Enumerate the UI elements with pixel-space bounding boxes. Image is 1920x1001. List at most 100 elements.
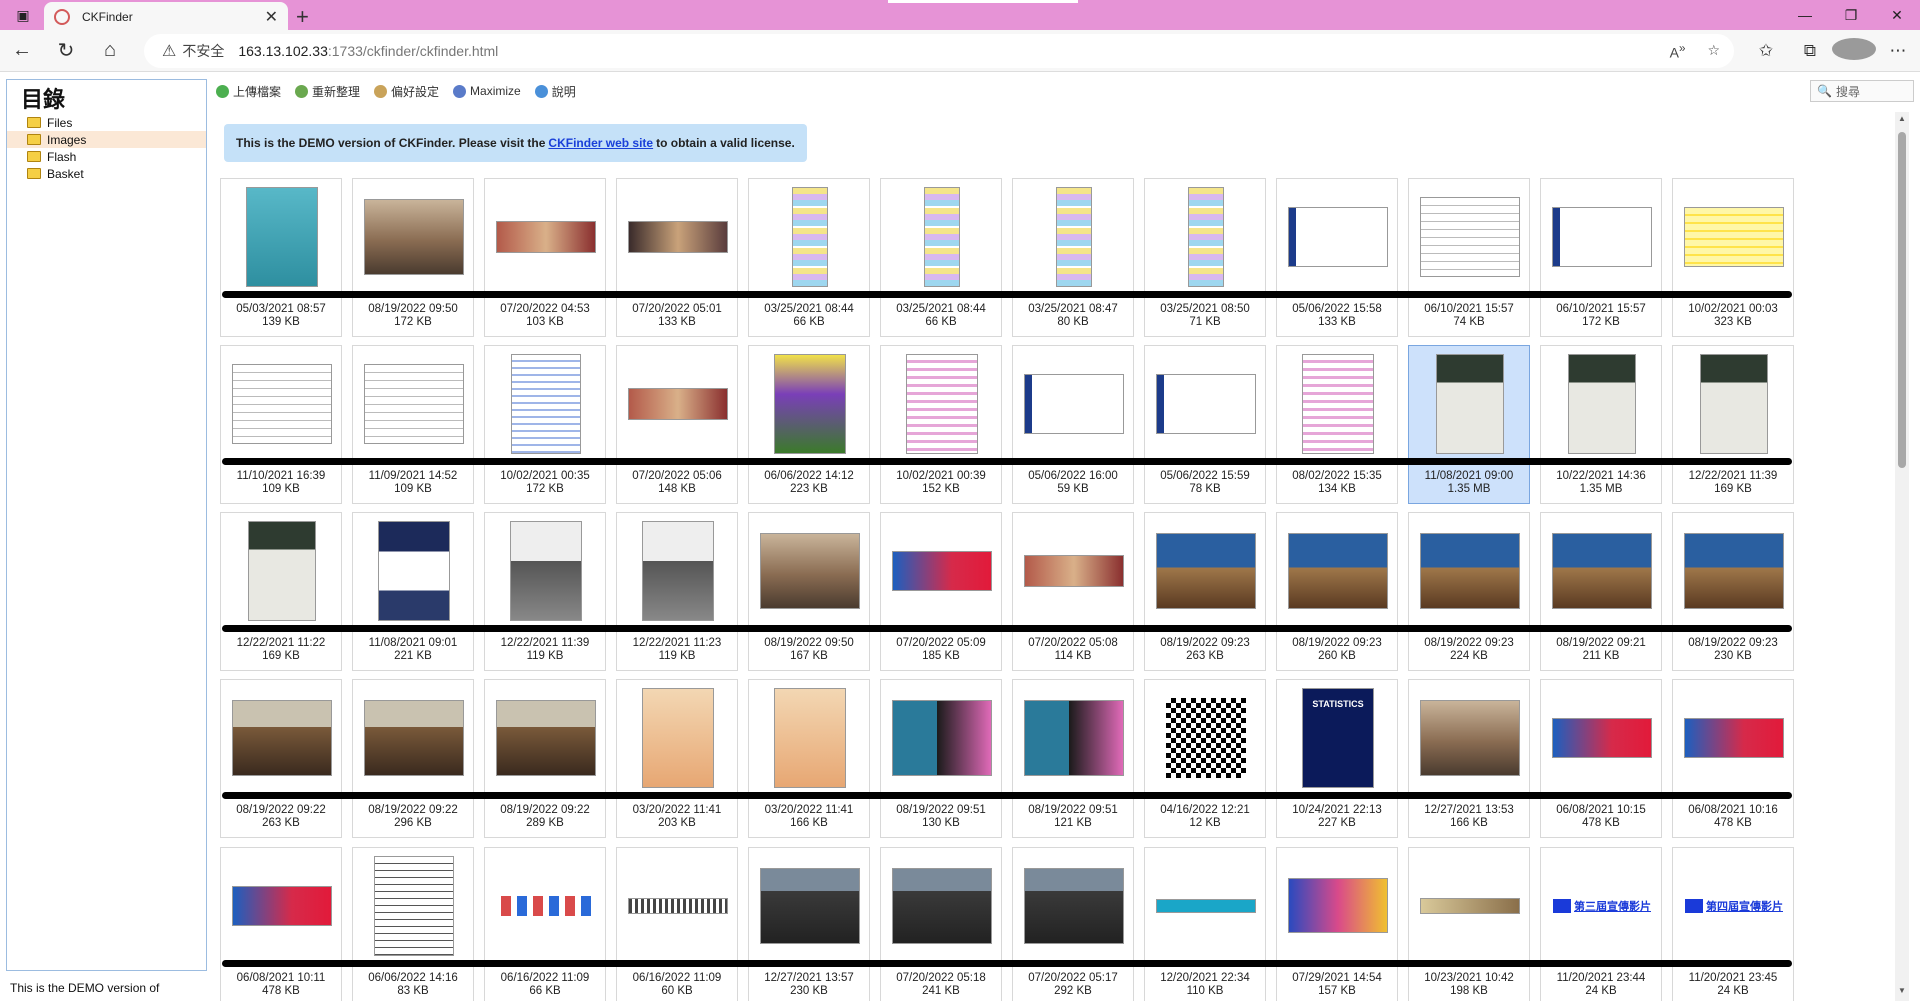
file-date: 08/19/2022 09:51 [896, 804, 986, 817]
file-thumbnail[interactable]: 12/22/2021 11:39 169 KB [1672, 345, 1794, 505]
file-thumbnail[interactable]: 08/19/2022 09:50 172 KB [352, 178, 474, 337]
file-thumbnail[interactable]: 12/27/2021 13:57 230 KB [748, 846, 870, 1001]
collections-icon[interactable]: ⧉ [1788, 41, 1832, 61]
file-thumbnail[interactable]: 11/08/2021 09:00 1.35 MB [1408, 345, 1530, 505]
file-thumbnail[interactable]: 04/16/2022 12:21 12 KB [1144, 679, 1266, 839]
file-thumbnail[interactable]: 10/22/2021 14:36 1.35 MB [1540, 345, 1662, 505]
file-thumbnail[interactable]: 06/08/2021 10:11 478 KB [220, 846, 342, 1001]
file-thumbnail[interactable]: 08/19/2022 09:23 260 KB [1276, 512, 1398, 672]
file-thumbnail[interactable]: 08/19/2022 09:21 211 KB [1540, 512, 1662, 672]
search-input[interactable]: 🔍 搜尋 [1810, 80, 1914, 102]
file-thumbnail[interactable]: 08/19/2022 09:51 130 KB [880, 679, 1002, 839]
reload-icon[interactable]: ↻ [44, 33, 88, 69]
file-thumbnail[interactable]: 06/08/2021 10:15 478 KB [1540, 679, 1662, 839]
tab-actions-icon[interactable]: ▣ [0, 0, 46, 30]
file-thumbnail[interactable]: 11/08/2021 09:01 221 KB [352, 512, 474, 672]
url-field[interactable]: ⚠ 不安全 163.13.102.33:1733/ckfinder/ckfind… [144, 34, 1734, 68]
file-size: 260 KB [1318, 650, 1356, 663]
demo-notice: This is the DEMO version of CKFinder. Pl… [224, 124, 807, 162]
profile-avatar[interactable] [1832, 37, 1876, 65]
file-thumbnail[interactable]: 08/19/2022 09:22 296 KB [352, 679, 474, 839]
file-thumbnail[interactable]: 08/19/2022 09:23 263 KB [1144, 512, 1266, 672]
file-thumbnail[interactable]: 03/20/2022 11:41 203 KB [616, 679, 738, 839]
folder-basket[interactable]: Basket [7, 165, 206, 182]
scrollbar-thumb[interactable] [1898, 132, 1906, 468]
file-thumbnail[interactable]: 06/06/2022 14:16 83 KB [352, 846, 474, 1001]
file-thumbnail[interactable]: 12/22/2021 11:39 119 KB [484, 512, 606, 672]
file-thumbnail[interactable]: 05/03/2021 08:57 139 KB [220, 178, 342, 337]
favorite-star-icon[interactable]: ☆ [1707, 42, 1720, 61]
vertical-scrollbar[interactable]: ▲ ▼ [1895, 112, 1909, 1001]
file-thumbnail[interactable]: 12/27/2021 13:53 166 KB [1408, 679, 1530, 839]
file-thumbnail[interactable]: 10/23/2021 10:42 198 KB [1408, 846, 1530, 1001]
file-thumbnail[interactable]: 03/25/2021 08:44 66 KB [748, 178, 870, 337]
file-thumbnail[interactable]: 06/16/2022 11:09 66 KB [484, 846, 606, 1001]
browser-tab[interactable]: CKFinder ✕ [44, 2, 288, 32]
file-thumbnail[interactable]: 06/10/2021 15:57 172 KB [1540, 178, 1662, 337]
minimize-icon[interactable]: — [1782, 0, 1828, 30]
file-thumbnail[interactable]: 08/02/2022 15:35 134 KB [1276, 345, 1398, 505]
file-thumbnail[interactable]: 06/16/2022 11:09 60 KB [616, 846, 738, 1001]
file-thumbnail[interactable]: 12/22/2021 11:22 169 KB [220, 512, 342, 672]
file-size: 1.35 MB [1579, 483, 1623, 496]
file-thumbnail[interactable]: 10/02/2021 00:39 152 KB [880, 345, 1002, 505]
file-thumbnail[interactable]: 07/20/2022 05:08 114 KB [1012, 512, 1134, 672]
file-thumbnail[interactable]: 10/02/2021 00:35 172 KB [484, 345, 606, 505]
more-menu-icon[interactable]: ⋯ [1876, 41, 1920, 61]
close-tab-icon[interactable]: ✕ [265, 7, 278, 27]
window-close-icon[interactable]: ✕ [1874, 0, 1920, 30]
file-thumbnail[interactable]: 第三屆宣傳影片 11/20/2021 23:44 24 KB [1540, 846, 1662, 1001]
file-thumbnail[interactable]: 03/25/2021 08:50 71 KB [1144, 178, 1266, 337]
warning-icon[interactable]: ⚠ [162, 41, 176, 61]
file-thumbnail[interactable]: 11/10/2021 16:39 109 KB [220, 345, 342, 505]
file-size: 169 KB [262, 650, 300, 663]
folder-icon [27, 168, 41, 179]
home-icon[interactable]: ⌂ [88, 33, 132, 69]
upload-button[interactable]: 上傳檔案 [214, 81, 283, 102]
file-thumbnail[interactable]: 03/25/2021 08:44 66 KB [880, 178, 1002, 337]
file-thumbnail[interactable]: 07/20/2022 05:18 241 KB [880, 846, 1002, 1001]
insecure-label[interactable]: 不安全 [182, 41, 224, 61]
new-tab-icon[interactable]: + [296, 4, 309, 30]
file-thumbnail[interactable]: 08/19/2022 09:23 224 KB [1408, 512, 1530, 672]
file-thumbnail[interactable]: 12/20/2021 22:34 110 KB [1144, 846, 1266, 1001]
file-thumbnail[interactable]: 07/20/2022 05:09 185 KB [880, 512, 1002, 672]
back-icon[interactable]: ← [0, 33, 44, 69]
file-thumbnail[interactable]: 08/19/2022 09:23 230 KB [1672, 512, 1794, 672]
file-thumbnail[interactable]: 08/19/2022 09:22 289 KB [484, 679, 606, 839]
help-button[interactable]: 說明 [533, 81, 578, 102]
file-thumbnail[interactable]: 第四屆宣傳影片 11/20/2021 23:45 24 KB [1672, 846, 1794, 1001]
refresh-button[interactable]: 重新整理 [293, 81, 362, 102]
file-thumbnail[interactable]: 05/06/2022 15:59 78 KB [1144, 345, 1266, 505]
file-thumbnail[interactable]: 07/20/2022 04:53 103 KB [484, 178, 606, 337]
scroll-up-icon[interactable]: ▲ [1898, 114, 1906, 123]
file-thumbnail[interactable]: STATISTICS 10/24/2021 22:13 227 KB [1276, 679, 1398, 839]
file-thumbnail[interactable]: 06/08/2021 10:16 478 KB [1672, 679, 1794, 839]
scroll-down-icon[interactable]: ▼ [1898, 986, 1906, 995]
file-thumbnail[interactable]: 07/20/2022 05:17 292 KB [1012, 846, 1134, 1001]
file-thumbnail[interactable]: 08/19/2022 09:50 167 KB [748, 512, 870, 672]
file-thumbnail[interactable]: 06/06/2022 14:12 223 KB [748, 345, 870, 505]
ckfinder-site-link[interactable]: CKFinder web site [548, 136, 653, 150]
file-thumbnail[interactable]: 10/02/2021 00:03 323 KB [1672, 178, 1794, 337]
maximize-button[interactable]: Maximize [451, 82, 523, 100]
file-thumbnail[interactable]: 08/19/2022 09:22 263 KB [220, 679, 342, 839]
file-thumbnail[interactable]: 12/22/2021 11:23 119 KB [616, 512, 738, 672]
file-thumbnail[interactable]: 05/06/2022 16:00 59 KB [1012, 345, 1134, 505]
file-thumbnail[interactable]: 11/09/2021 14:52 109 KB [352, 345, 474, 505]
folder-files[interactable]: Files [7, 114, 206, 131]
read-aloud-icon[interactable]: A» [1670, 42, 1686, 61]
restore-icon[interactable]: ❐ [1828, 0, 1874, 30]
file-thumbnail[interactable]: 08/19/2022 09:51 121 KB [1012, 679, 1134, 839]
favorites-icon[interactable]: ✩ [1744, 41, 1788, 61]
file-thumbnail[interactable]: 03/20/2022 11:41 166 KB [748, 679, 870, 839]
folder-flash[interactable]: Flash [7, 148, 206, 165]
file-thumbnail[interactable]: 03/25/2021 08:47 80 KB [1012, 178, 1134, 337]
settings-button[interactable]: 偏好設定 [372, 81, 441, 102]
file-thumbnail[interactable]: 07/20/2022 05:01 133 KB [616, 178, 738, 337]
file-thumbnail[interactable]: 05/06/2022 15:58 133 KB [1276, 178, 1398, 337]
file-thumbnail[interactable]: 07/20/2022 05:06 148 KB [616, 345, 738, 505]
folder-images[interactable]: Images [7, 131, 206, 148]
file-thumbnail[interactable]: 06/10/2021 15:57 74 KB [1408, 178, 1530, 337]
file-thumbnail[interactable]: 07/29/2021 14:54 157 KB [1276, 846, 1398, 1001]
